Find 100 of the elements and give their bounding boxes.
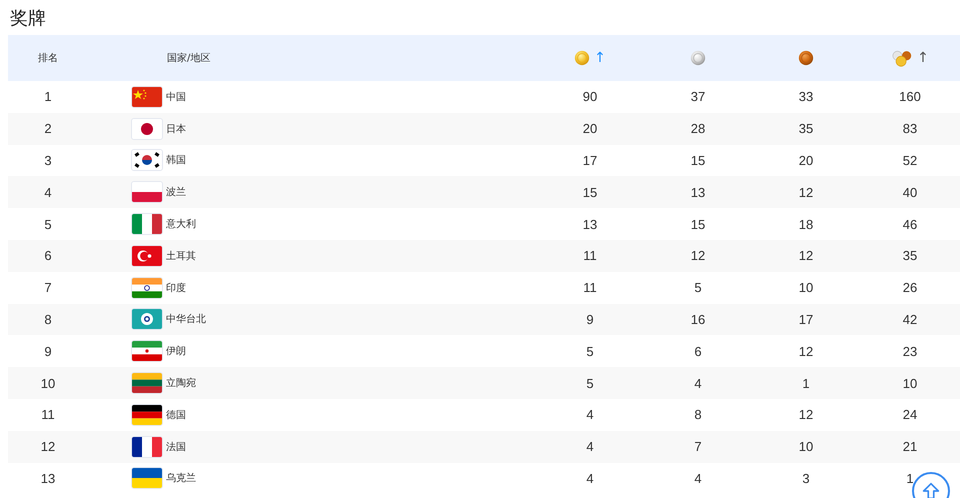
flag-icon: [131, 467, 163, 490]
medal-count: 13: [690, 184, 706, 200]
medal-count: 3: [802, 470, 810, 486]
medal-count: 11: [583, 280, 597, 296]
flag-icon: [131, 404, 163, 426]
rank-cell: 8: [44, 312, 52, 327]
country-name: 法国: [166, 440, 186, 454]
medal-count: 4: [586, 407, 594, 422]
up-arrow-icon: [920, 480, 942, 498]
country-name: 中国: [166, 90, 186, 104]
country-name: 印度: [166, 282, 186, 295]
country-name: 意大利: [166, 218, 196, 232]
medal-count: 8: [694, 407, 702, 422]
flag-icon: [131, 244, 163, 267]
medal-count: 83: [902, 121, 918, 136]
flag-icon: [131, 118, 163, 140]
medals-icon: [891, 50, 914, 66]
medal-count: 40: [902, 184, 918, 200]
column-header[interactable]: 国家/地区: [167, 51, 210, 65]
rank-cell: 4: [44, 184, 52, 200]
medal-count: 12: [690, 248, 706, 264]
medal-count: 21: [902, 439, 918, 454]
medal-count: 15: [690, 152, 706, 168]
flag-icon: [131, 308, 163, 330]
flag-icon: [131, 340, 163, 362]
medal-count: 33: [798, 89, 814, 104]
rank-cell: 7: [44, 280, 52, 296]
page-title: 奖牌: [9, 7, 47, 31]
first-place-medal-icon: [574, 50, 590, 66]
flag-icon: [131, 181, 163, 204]
medal-count: 12: [798, 344, 814, 359]
medal-count: 1: [802, 376, 810, 391]
medal-count: 52: [902, 152, 918, 168]
flag-icon: [131, 213, 163, 236]
column-header[interactable]: 排名: [38, 51, 58, 65]
medal-count: 20: [582, 121, 598, 136]
flag-icon: [131, 276, 163, 299]
medal-count: 1: [906, 470, 914, 486]
medal-count: 90: [582, 89, 598, 104]
country-name: 土耳其: [166, 250, 196, 263]
country-name: 波兰: [166, 186, 186, 200]
flag-icon: [131, 86, 163, 108]
third-place-medal-icon: [798, 50, 814, 66]
rank-cell: 9: [44, 344, 52, 359]
country-name: 立陶宛: [166, 376, 196, 390]
country-name: 德国: [166, 408, 186, 422]
medal-count: 4: [586, 470, 594, 486]
medal-count: 10: [798, 280, 814, 296]
medal-count: 160: [899, 89, 921, 104]
medal-count: 12: [798, 407, 814, 422]
medal-count: 12: [798, 184, 814, 200]
medal-count: 5: [586, 376, 594, 391]
rank-cell: 6: [44, 248, 52, 264]
medal-count: 35: [902, 248, 918, 264]
flag-icon: [131, 372, 163, 394]
medal-count: 17: [582, 152, 598, 168]
rank-cell: 5: [44, 216, 52, 232]
sort-arrow[interactable]: ↑: [917, 50, 929, 66]
medal-count: 5: [586, 344, 594, 359]
medal-count: 12: [798, 248, 814, 264]
medal-count: 37: [690, 89, 706, 104]
medal-count: 13: [582, 216, 598, 232]
medal-count: 17: [798, 312, 814, 327]
medal-count: 9: [586, 312, 594, 327]
medal-count: 4: [694, 470, 702, 486]
country-name: 韩国: [166, 154, 186, 168]
medal-count: 11: [583, 248, 597, 264]
medal-count: 23: [902, 344, 918, 359]
medal-count: 6: [694, 344, 702, 359]
medal-count: 24: [902, 407, 918, 422]
rank-cell: 12: [40, 439, 56, 454]
medal-count: 18: [798, 216, 814, 232]
medal-count: 42: [902, 312, 918, 327]
medal-count: 26: [902, 280, 918, 296]
medal-count: 28: [690, 121, 706, 136]
medal-count: 5: [694, 280, 702, 296]
medal-count: 10: [902, 376, 918, 391]
medal-count: 35: [798, 121, 814, 136]
country-name: 中华台北: [166, 312, 206, 326]
second-place-medal-icon: [690, 50, 706, 66]
medal-count: 10: [798, 439, 814, 454]
flag-icon: [131, 149, 163, 172]
medal-count: 7: [694, 439, 702, 454]
medal-count: 15: [582, 184, 598, 200]
medal-count: 16: [690, 312, 706, 327]
medal-count: 20: [798, 152, 814, 168]
rank-cell: 3: [44, 152, 52, 168]
rank-cell: 1: [44, 89, 52, 104]
rank-cell: 13: [40, 470, 56, 486]
medal-count: 46: [902, 216, 918, 232]
flag-icon: [131, 436, 163, 458]
medal-count: 15: [690, 216, 706, 232]
country-name: 伊朗: [166, 344, 186, 358]
medal-count: 4: [694, 376, 702, 391]
rank-cell: 10: [40, 376, 56, 391]
country-name: 日本: [166, 122, 186, 136]
country-name: 乌克兰: [166, 472, 196, 486]
rank-cell: 11: [41, 407, 55, 422]
medal-count: 4: [586, 439, 594, 454]
rank-cell: 2: [44, 121, 52, 136]
